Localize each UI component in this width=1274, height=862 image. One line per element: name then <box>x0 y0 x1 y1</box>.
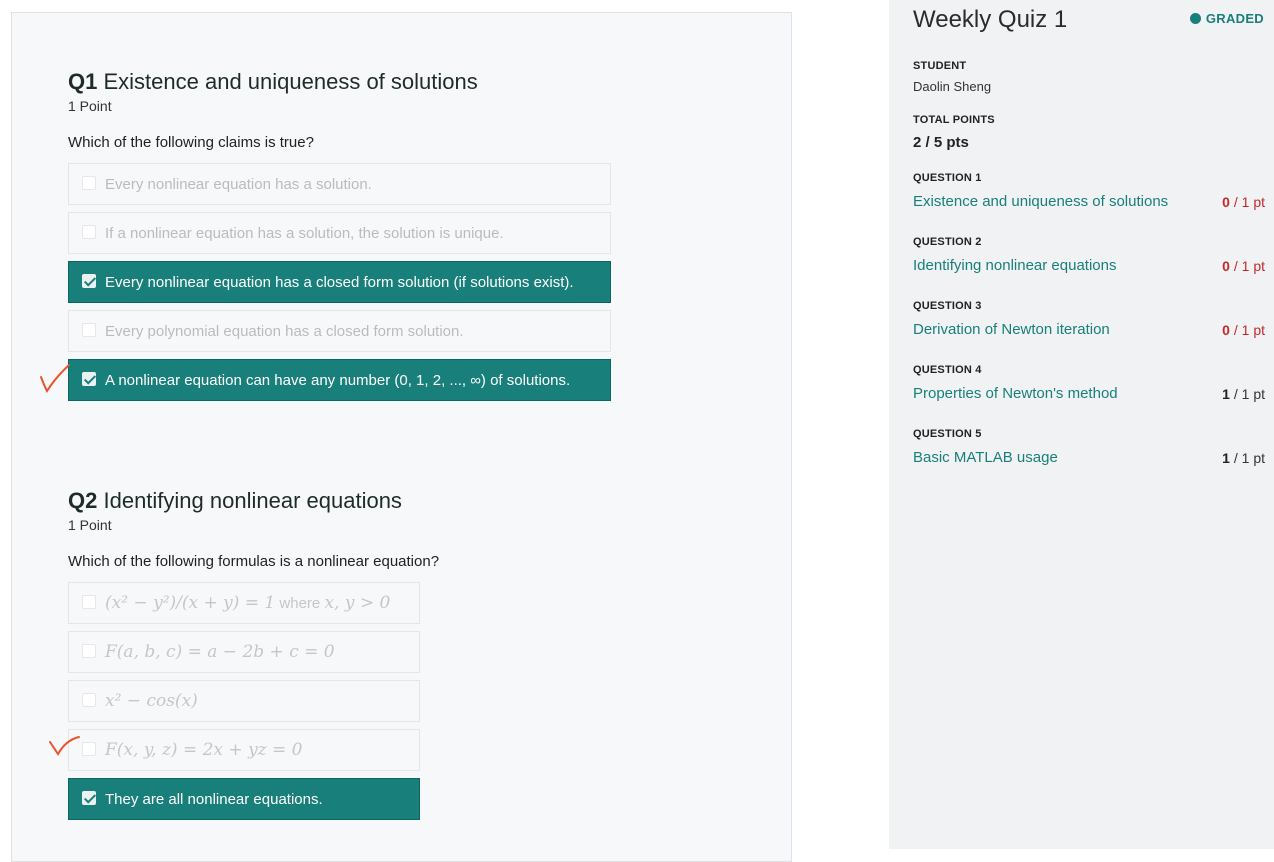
score-max: / 1 pt <box>1229 386 1265 402</box>
checkbox-icon[interactable] <box>82 595 96 609</box>
question-title-text: Identifying nonlinear equations <box>103 488 402 513</box>
question-2-title: Q2 Identifying nonlinear equations <box>68 488 402 514</box>
q2-option-1[interactable]: (x² − y²)/(x + y) = 1 where x, y > 0 <box>68 582 420 624</box>
q2-option-5[interactable]: They are all nonlinear equations. <box>68 778 420 820</box>
option-formula: F(a, b, c) = a − 2b + c = 0 <box>105 642 335 662</box>
question-number: Q2 <box>68 488 98 513</box>
status-text: GRADED <box>1205 11 1264 26</box>
q2-option-3[interactable]: x² − cos(x) <box>68 680 420 722</box>
student-name: Daolin Sheng <box>913 79 992 94</box>
question-label: QUESTION 2 <box>913 236 982 248</box>
checkbox-icon[interactable] <box>82 644 96 658</box>
quiz-title: Weekly Quiz 1 <box>913 6 1068 33</box>
option-formula: (x² − y²)/(x + y) = 1 <box>105 593 276 613</box>
question-title-text: Existence and uniqueness of solutions <box>103 69 478 94</box>
question-label: QUESTION 1 <box>913 172 982 184</box>
score-earned: 1 <box>1222 450 1230 466</box>
q1-option-1[interactable]: Every nonlinear equation has a solution. <box>68 163 611 205</box>
sidebar-question-link[interactable]: Derivation of Newton iteration <box>913 321 1110 338</box>
q1-option-3[interactable]: Every nonlinear equation has a closed fo… <box>68 261 611 303</box>
checkmark-annotation-icon <box>49 736 80 756</box>
option-label: A nonlinear equation can have any number… <box>105 371 571 389</box>
option-label: Every nonlinear equation has a solution. <box>105 175 372 193</box>
checkbox-icon[interactable] <box>82 791 96 805</box>
question-label: QUESTION 5 <box>913 428 982 440</box>
q2-option-4[interactable]: F(x, y, z) = 2x + yz = 0 <box>68 729 420 771</box>
option-formula: F(x, y, z) = 2x + yz = 0 <box>105 740 303 760</box>
option-label: If a nonlinear equation has a solution, … <box>105 224 504 242</box>
score-max: / 1 pt <box>1229 322 1265 338</box>
option-label: They are all nonlinear equations. <box>105 790 323 808</box>
grading-sidebar: Weekly Quiz 1 GRADED STUDENT Daolin Shen… <box>889 0 1274 849</box>
score-max: / 1 pt <box>1229 258 1265 274</box>
score-earned: 0 <box>1222 258 1230 274</box>
checkbox-icon[interactable] <box>82 372 96 386</box>
question-score: 1 / 1 pt <box>1222 386 1265 402</box>
question-1-points: 1 Point <box>68 98 112 114</box>
q1-option-2[interactable]: If a nonlinear equation has a solution, … <box>68 212 611 254</box>
checkbox-icon[interactable] <box>82 323 96 337</box>
sidebar-question-link[interactable]: Basic MATLAB usage <box>913 449 1058 466</box>
question-1-title: Q1 Existence and uniqueness of solutions <box>68 69 478 95</box>
total-points-label: TOTAL POINTS <box>913 114 995 126</box>
option-formula: x, y > 0 <box>324 593 391 613</box>
q1-option-4[interactable]: Every polynomial equation has a closed f… <box>68 310 611 352</box>
score-max: / 1 pt <box>1229 194 1265 210</box>
question-score: 0 / 1 pt <box>1222 322 1265 338</box>
question-score: 1 / 1 pt <box>1222 450 1265 466</box>
option-formula: x² − cos(x) <box>105 691 198 711</box>
score-max: / 1 pt <box>1229 450 1265 466</box>
question-number: Q1 <box>68 69 98 94</box>
q2-option-2[interactable]: F(a, b, c) = a − 2b + c = 0 <box>68 631 420 673</box>
question-label: QUESTION 4 <box>913 364 982 376</box>
checkbox-icon[interactable] <box>82 176 96 190</box>
student-label: STUDENT <box>913 60 967 72</box>
status-dot-icon <box>1189 13 1201 24</box>
question-score: 0 / 1 pt <box>1222 258 1265 274</box>
sidebar-question-link[interactable]: Existence and uniqueness of solutions <box>913 193 1168 210</box>
checkbox-icon[interactable] <box>82 693 96 707</box>
option-label: where <box>275 594 325 612</box>
question-panel: Q1 Existence and uniqueness of solutions… <box>11 12 792 862</box>
q1-option-5[interactable]: A nonlinear equation can have any number… <box>68 359 611 401</box>
checkmark-annotation-icon <box>40 364 70 394</box>
sidebar-question-link[interactable]: Identifying nonlinear equations <box>913 257 1116 274</box>
sidebar-question-link[interactable]: Properties of Newton's method <box>913 385 1118 402</box>
question-score: 0 / 1 pt <box>1222 194 1265 210</box>
question-2-points: 1 Point <box>68 517 112 533</box>
total-points-value: 2 / 5 pts <box>913 134 969 151</box>
score-earned: 0 <box>1222 322 1230 338</box>
score-earned: 1 <box>1222 386 1230 402</box>
status-badge: GRADED <box>1189 11 1264 26</box>
question-label: QUESTION 3 <box>913 300 982 312</box>
option-label: Every nonlinear equation has a closed fo… <box>105 273 574 291</box>
score-earned: 0 <box>1222 194 1230 210</box>
option-label: Every polynomial equation has a closed f… <box>105 322 464 340</box>
checkbox-icon[interactable] <box>82 274 96 288</box>
checkbox-icon[interactable] <box>82 225 96 239</box>
question-2-prompt: Which of the following formulas is a non… <box>68 553 440 570</box>
checkbox-icon[interactable] <box>82 742 96 756</box>
question-1-prompt: Which of the following claims is true? <box>68 134 314 151</box>
